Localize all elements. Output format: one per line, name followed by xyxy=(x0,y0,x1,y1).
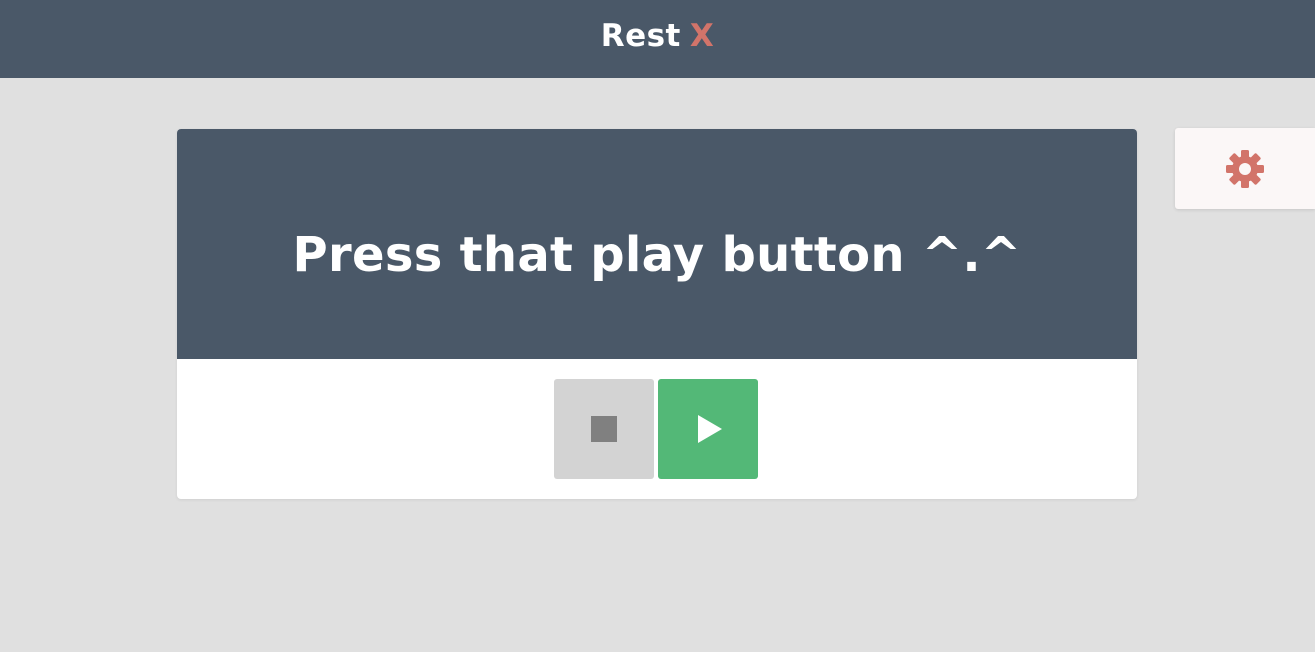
status-message: Press that play button ^.^ xyxy=(292,227,1022,283)
gear-icon xyxy=(1226,149,1264,188)
message-panel: Press that play button ^.^ xyxy=(177,129,1137,359)
top-bar: Rest X xyxy=(0,0,1315,78)
brand-mark: X xyxy=(689,17,715,54)
stop-icon xyxy=(591,416,617,442)
timer-card: Press that play button ^.^ xyxy=(177,129,1137,499)
app-logo: Rest X xyxy=(601,18,715,54)
playback-controls xyxy=(554,379,758,479)
brand-text: Rest xyxy=(600,17,681,54)
play-icon xyxy=(698,415,722,443)
stop-button[interactable] xyxy=(554,379,654,479)
play-button[interactable] xyxy=(658,379,758,479)
settings-button[interactable] xyxy=(1175,128,1315,209)
